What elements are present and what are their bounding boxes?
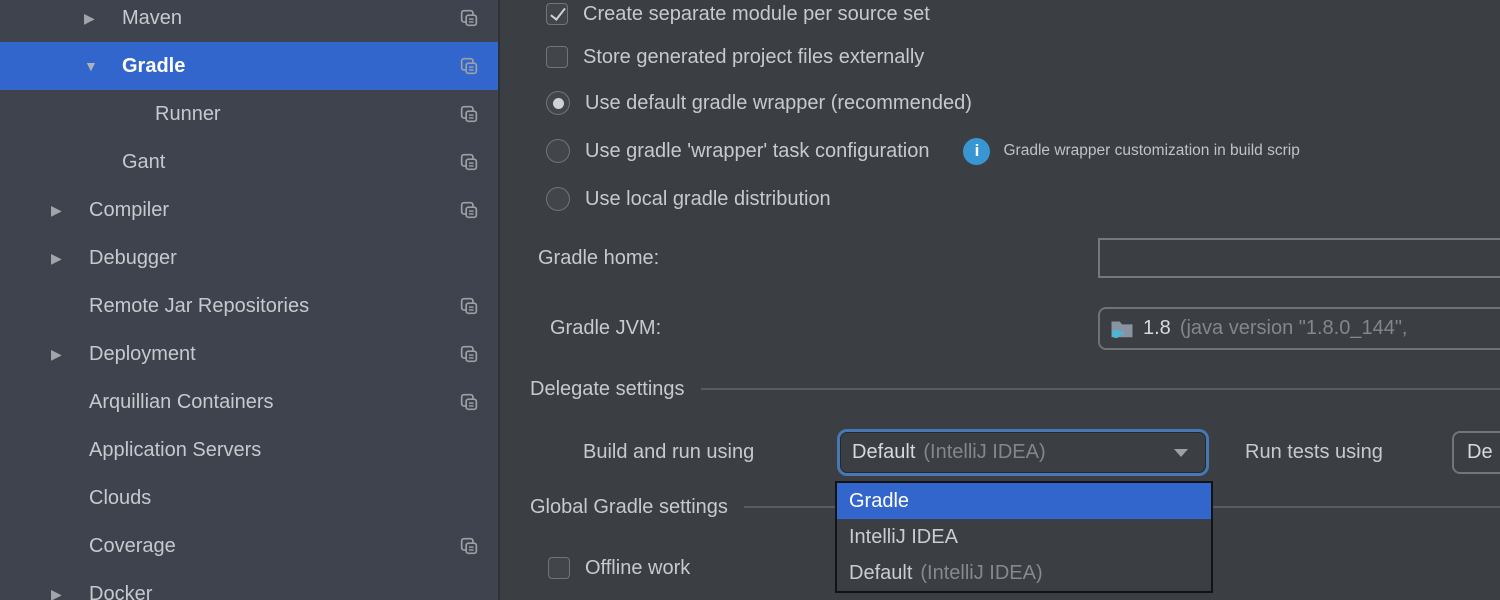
settings-sidebar: ▶ Maven ▼ Gradle Runner Gant xyxy=(0,0,500,600)
sidebar-item-label: Application Servers xyxy=(89,439,261,462)
section-separator xyxy=(701,388,1500,390)
radio-default-gradle-wrapper[interactable]: Use default gradle wrapper (recommended) xyxy=(546,79,972,127)
sidebar-item-coverage[interactable]: Coverage xyxy=(0,522,498,570)
dropdown-option-label: Default xyxy=(849,562,912,585)
section-title: Delegate settings xyxy=(530,378,685,401)
sidebar-item-label: Clouds xyxy=(89,487,151,510)
radio-icon[interactable] xyxy=(546,187,570,211)
sidebar-item-label: Runner xyxy=(155,103,221,126)
jvm-value-detail: (java version "1.8.0_144", xyxy=(1180,317,1408,340)
sidebar-item-application-servers[interactable]: Application Servers xyxy=(0,426,498,474)
checkbox-label: Offline work xyxy=(585,557,690,580)
sidebar-item-label: Gradle xyxy=(122,55,185,78)
sidebar-item-label: Compiler xyxy=(89,199,169,222)
checkbox-label: Create separate module per source set xyxy=(583,3,930,26)
sidebar-item-gradle[interactable]: ▼ Gradle xyxy=(0,42,498,90)
radio-label: Use local gradle distribution xyxy=(585,188,831,211)
per-project-settings-icon xyxy=(460,201,478,219)
run-tests-label: Run tests using xyxy=(1245,428,1383,476)
checkbox-unchecked-icon[interactable] xyxy=(548,557,570,579)
sidebar-item-docker[interactable]: ▶ Docker xyxy=(0,570,498,600)
dropdown-option-intellij-idea[interactable]: IntelliJ IDEA xyxy=(837,519,1211,555)
sidebar-item-arquillian-containers[interactable]: Arquillian Containers xyxy=(0,378,498,426)
sidebar-item-debugger[interactable]: ▶ Debugger xyxy=(0,234,498,282)
sidebar-item-label: Coverage xyxy=(89,535,176,558)
gradle-jvm-dropdown[interactable]: 1.8 (java version "1.8.0_144", xyxy=(1098,307,1500,350)
checkbox-checked-icon[interactable] xyxy=(546,3,568,25)
sidebar-item-label: Arquillian Containers xyxy=(89,391,274,414)
dropdown-option-label: IntelliJ IDEA xyxy=(849,526,958,549)
radio-label: Use gradle 'wrapper' task configuration xyxy=(585,140,929,163)
chevron-right-icon[interactable]: ▶ xyxy=(84,10,122,27)
dropdown-option-default[interactable]: Default (IntelliJ IDEA) xyxy=(837,555,1211,591)
sidebar-item-runner[interactable]: Runner xyxy=(0,90,498,138)
run-tests-value: De xyxy=(1467,441,1493,464)
info-icon: i xyxy=(963,138,990,165)
wrapper-info-text: Gradle wrapper customization in build sc… xyxy=(1003,142,1299,160)
sidebar-item-label: Remote Jar Repositories xyxy=(89,295,309,318)
chevron-right-icon[interactable]: ▶ xyxy=(51,250,89,267)
sidebar-item-label: Deployment xyxy=(89,343,196,366)
gradle-settings-panel: Create separate module per source set St… xyxy=(500,0,1500,600)
radio-selected-icon[interactable] xyxy=(546,91,570,115)
radio-local-gradle-distribution[interactable]: Use local gradle distribution xyxy=(546,175,831,223)
dropdown-option-detail: (IntelliJ IDEA) xyxy=(920,562,1042,585)
dropdown-option-label: Gradle xyxy=(849,490,909,513)
delegate-settings-section: Delegate settings xyxy=(530,365,1500,413)
sidebar-item-label: Gant xyxy=(122,151,165,174)
build-run-value-detail: (IntelliJ IDEA) xyxy=(923,441,1045,464)
chevron-right-icon[interactable]: ▶ xyxy=(51,202,89,219)
settings-tree: ▶ Maven ▼ Gradle Runner Gant xyxy=(0,0,498,600)
gradle-jvm-label: Gradle JVM: xyxy=(550,304,661,352)
per-project-settings-icon xyxy=(460,537,478,555)
sidebar-item-label: Maven xyxy=(122,7,182,30)
per-project-settings-icon xyxy=(460,153,478,171)
chevron-right-icon[interactable]: ▶ xyxy=(51,586,89,600)
jvm-value: 1.8 xyxy=(1143,317,1171,340)
gradle-home-input[interactable] xyxy=(1100,240,1500,276)
per-project-settings-icon xyxy=(460,393,478,411)
chevron-down-icon[interactable]: ▼ xyxy=(84,58,122,74)
per-project-settings-icon xyxy=(460,57,478,75)
radio-label: Use default gradle wrapper (recommended) xyxy=(585,92,972,115)
radio-wrapper-task-configuration[interactable]: Use gradle 'wrapper' task configuration … xyxy=(546,127,1300,175)
sidebar-item-maven[interactable]: ▶ Maven xyxy=(0,0,498,42)
chevron-right-icon[interactable]: ▶ xyxy=(51,346,89,363)
sidebar-item-label: Debugger xyxy=(89,247,177,270)
per-project-settings-icon xyxy=(460,297,478,315)
section-title: Global Gradle settings xyxy=(530,496,728,519)
run-tests-dropdown[interactable]: De xyxy=(1452,431,1500,474)
sidebar-item-deployment[interactable]: ▶ Deployment xyxy=(0,330,498,378)
build-run-dropdown[interactable]: Default (IntelliJ IDEA) xyxy=(837,429,1209,476)
sidebar-item-label: Docker xyxy=(89,583,152,600)
checkbox-offline-work[interactable]: Offline work xyxy=(548,544,690,592)
gradle-home-label: Gradle home: xyxy=(538,234,659,282)
build-run-dropdown-popup: Gradle IntelliJ IDEA Default (IntelliJ I… xyxy=(835,481,1213,593)
gradle-home-field[interactable] xyxy=(1098,238,1500,278)
per-project-settings-icon xyxy=(460,9,478,27)
sidebar-item-remote-jar-repositories[interactable]: Remote Jar Repositories xyxy=(0,282,498,330)
jdk-icon xyxy=(1110,318,1134,339)
settings-dialog: ▶ Maven ▼ Gradle Runner Gant xyxy=(0,0,1500,600)
sidebar-item-gant[interactable]: Gant xyxy=(0,138,498,186)
per-project-settings-icon xyxy=(460,105,478,123)
checkbox-store-generated-files[interactable]: Store generated project files externally xyxy=(546,33,924,81)
build-run-label: Build and run using xyxy=(583,428,754,476)
chevron-down-icon[interactable] xyxy=(1174,449,1188,457)
checkbox-label: Store generated project files externally xyxy=(583,46,924,69)
sidebar-item-clouds[interactable]: Clouds xyxy=(0,474,498,522)
build-run-value: Default xyxy=(852,441,915,464)
checkbox-unchecked-icon[interactable] xyxy=(546,46,568,68)
dropdown-option-gradle[interactable]: Gradle xyxy=(837,483,1211,519)
sidebar-item-compiler[interactable]: ▶ Compiler xyxy=(0,186,498,234)
per-project-settings-icon xyxy=(460,345,478,363)
radio-icon[interactable] xyxy=(546,139,570,163)
